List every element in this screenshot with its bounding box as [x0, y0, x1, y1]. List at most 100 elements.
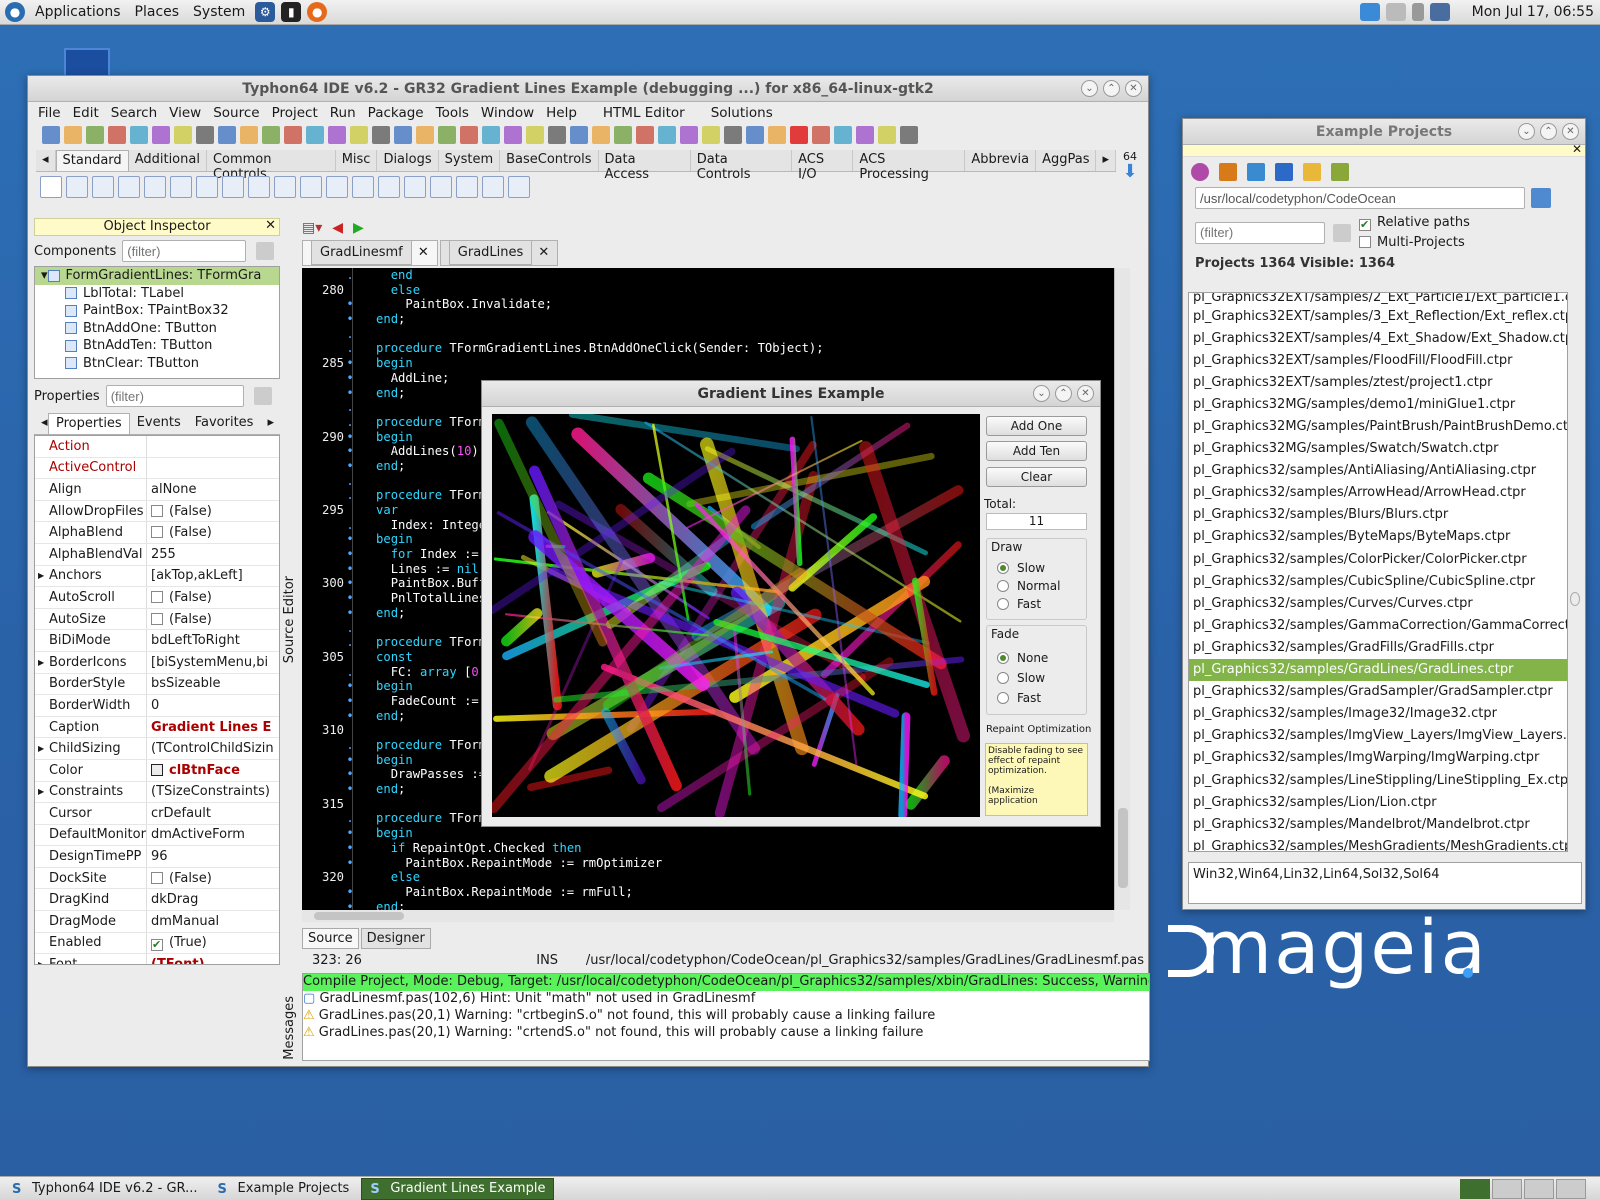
checkbox[interactable] — [151, 590, 163, 603]
palette-component-icon[interactable] — [40, 176, 62, 198]
palette-tab-acs-processing[interactable]: ACS Processing — [853, 150, 966, 182]
property-value[interactable]: (TControlChildSizin — [147, 741, 279, 756]
project-item[interactable]: pl_Graphics32/samples/GradLines/GradLine… — [1189, 658, 1567, 681]
toolbar-icon[interactable] — [570, 126, 588, 144]
property-row[interactable]: ▶ Constraints (TSizeConstraints) — [35, 781, 279, 804]
palette-tab-misc[interactable]: Misc — [336, 150, 378, 171]
palette-tab-acs-i-o[interactable]: ACS I/O — [792, 150, 854, 182]
palette-tab-dialogs[interactable]: Dialogs — [377, 150, 439, 171]
property-value[interactable]: (False) — [147, 590, 279, 605]
palette-component-icon[interactable] — [196, 176, 218, 198]
maximize-icon[interactable]: ⌃ — [1540, 123, 1557, 140]
add-one-button[interactable]: Add One — [986, 416, 1087, 436]
property-row[interactable]: DockSite (False) — [35, 867, 279, 890]
project-item[interactable]: pl_Graphics32MG/samples/PaintBrush/Paint… — [1189, 415, 1567, 437]
toolbar-icon[interactable] — [592, 126, 610, 144]
property-row[interactable]: Cursor crDefault — [35, 803, 279, 825]
minimize-icon[interactable]: ⌄ — [1518, 123, 1535, 140]
property-row[interactable]: DefaultMonitor dmActiveForm — [35, 824, 279, 847]
property-value[interactable]: Gradient Lines E — [147, 720, 279, 735]
components-filter-input[interactable] — [122, 240, 247, 262]
menu-help[interactable]: Help — [540, 105, 583, 121]
project-item[interactable]: pl_Graphics32/samples/Blurs/Blurs.ctpr — [1189, 504, 1567, 526]
checkbox[interactable] — [151, 504, 163, 517]
build-icon[interactable] — [1219, 163, 1237, 181]
project-item[interactable]: pl_Graphics32MG/samples/Swatch/Swatch.ct… — [1189, 438, 1567, 460]
project-item[interactable]: pl_Graphics32EXT/samples/FloodFill/Flood… — [1189, 349, 1567, 371]
platforms-memo[interactable]: Win32,Win64,Lin32,Lin64,Sol32,Sol64 — [1188, 862, 1582, 904]
menu-window[interactable]: Window — [475, 105, 540, 121]
delete-icon[interactable] — [1275, 163, 1293, 181]
toolbar-icon[interactable] — [174, 126, 192, 144]
workspace-4[interactable] — [1556, 1179, 1586, 1199]
menu-applications[interactable]: Applications — [28, 4, 128, 20]
minimize-icon[interactable]: ⌄ — [1081, 80, 1098, 97]
palette-component-icon[interactable] — [248, 176, 270, 198]
property-value[interactable]: clBtnFace — [147, 763, 279, 778]
expand-icon[interactable]: ▶ — [38, 571, 44, 580]
palette-tab-data-access[interactable]: Data Access — [599, 150, 691, 182]
tab-source[interactable]: Source — [302, 928, 359, 949]
toolbar-icon[interactable] — [42, 126, 60, 144]
toolbar-icon[interactable] — [460, 126, 478, 144]
browse-folder-icon[interactable] — [1531, 188, 1551, 208]
projects-scrollbar[interactable] — [1568, 292, 1582, 852]
property-value[interactable]: crDefault — [147, 806, 279, 821]
volume-icon[interactable] — [1412, 3, 1424, 21]
refresh-icon[interactable] — [1191, 163, 1209, 181]
palette-tab-additional[interactable]: Additional — [129, 150, 207, 171]
checkbox[interactable]: ✔ — [151, 938, 163, 951]
palette-tab-aggpas[interactable]: AggPas — [1036, 150, 1097, 171]
tab-events[interactable]: Events — [130, 413, 188, 434]
network-icon[interactable] — [1386, 3, 1406, 21]
tree-node[interactable]: PaintBox: TPaintBox32 — [35, 302, 279, 320]
toolbar-icon[interactable] — [548, 126, 566, 144]
toolbar-icon[interactable] — [86, 126, 104, 144]
property-row[interactable]: DesignTimePP 96 — [35, 846, 279, 868]
tree-node[interactable]: BtnAddTen: TButton — [35, 337, 279, 355]
project-item[interactable]: pl_Graphics32/samples/Image32/Image32.ct… — [1189, 703, 1567, 725]
toolbar-icon[interactable] — [790, 126, 808, 144]
menu-run[interactable]: Run — [324, 105, 362, 121]
close-icon[interactable]: ✕ — [1562, 123, 1579, 140]
project-item[interactable]: pl_Graphics32EXT/samples/3_Ext_Reflectio… — [1189, 305, 1567, 327]
expand-icon[interactable]: ▶ — [38, 960, 44, 964]
menu-solutions[interactable]: Solutions — [705, 105, 779, 121]
property-row[interactable]: Color clBtnFace — [35, 759, 279, 782]
tab-properties[interactable]: Properties — [48, 413, 130, 434]
menu-system[interactable]: System — [186, 4, 252, 20]
property-value[interactable]: (TFont) — [147, 957, 279, 964]
task-example-projects[interactable]: S Example Projects — [210, 1178, 358, 1200]
toolbar-icon[interactable] — [240, 126, 258, 144]
checkbox[interactable] — [151, 526, 163, 539]
workspace-1[interactable] — [1460, 1179, 1490, 1199]
toolbar-icon[interactable] — [724, 126, 742, 144]
project-item[interactable]: pl_Graphics32/samples/ColorPicker/ColorP… — [1189, 548, 1567, 570]
property-row[interactable]: DragKind dkDrag — [35, 889, 279, 912]
message-warning[interactable]: ⚠ GradLines.pas(20,1) Warning: "crtbegin… — [303, 1008, 1149, 1025]
expand-icon[interactable]: ▶ — [38, 658, 44, 667]
property-row[interactable]: Align alNone — [35, 479, 279, 501]
property-value[interactable]: (False) — [147, 504, 279, 519]
projects-filter-input[interactable] — [1195, 221, 1325, 244]
gradient-titlebar[interactable]: Gradient Lines Example ⌄ ⌃ ✕ — [482, 381, 1100, 407]
display-icon[interactable] — [1430, 3, 1450, 21]
toolbar-icon[interactable] — [702, 126, 720, 144]
checkbox[interactable] — [151, 612, 163, 625]
toolbar-icon[interactable] — [680, 126, 698, 144]
toolbar-icon[interactable] — [878, 126, 896, 144]
close-icon[interactable]: ✕ — [1077, 385, 1094, 402]
folder-icon[interactable] — [1303, 163, 1321, 181]
palette-tab-system[interactable]: System — [439, 150, 501, 171]
project-item[interactable]: pl_Graphics32/samples/ArrowHead/ArrowHea… — [1189, 482, 1567, 504]
project-item[interactable]: pl_Graphics32EXT/samples/ztest/project1.… — [1189, 371, 1567, 393]
workspace-3[interactable] — [1524, 1179, 1554, 1199]
property-value[interactable]: dmManual — [147, 914, 279, 929]
property-row[interactable]: AutoScroll (False) — [35, 587, 279, 609]
palette-scroll-left-icon[interactable]: ◂ — [36, 150, 56, 171]
palette-component-icon[interactable] — [378, 176, 400, 198]
palette-component-icon[interactable] — [456, 176, 478, 198]
properties-filter-input[interactable] — [105, 385, 244, 407]
project-item[interactable]: pl_Graphics32/samples/GammaCorrection/Ga… — [1189, 614, 1567, 636]
property-row[interactable]: ▶ BorderIcons [biSystemMenu,bi — [35, 651, 279, 674]
